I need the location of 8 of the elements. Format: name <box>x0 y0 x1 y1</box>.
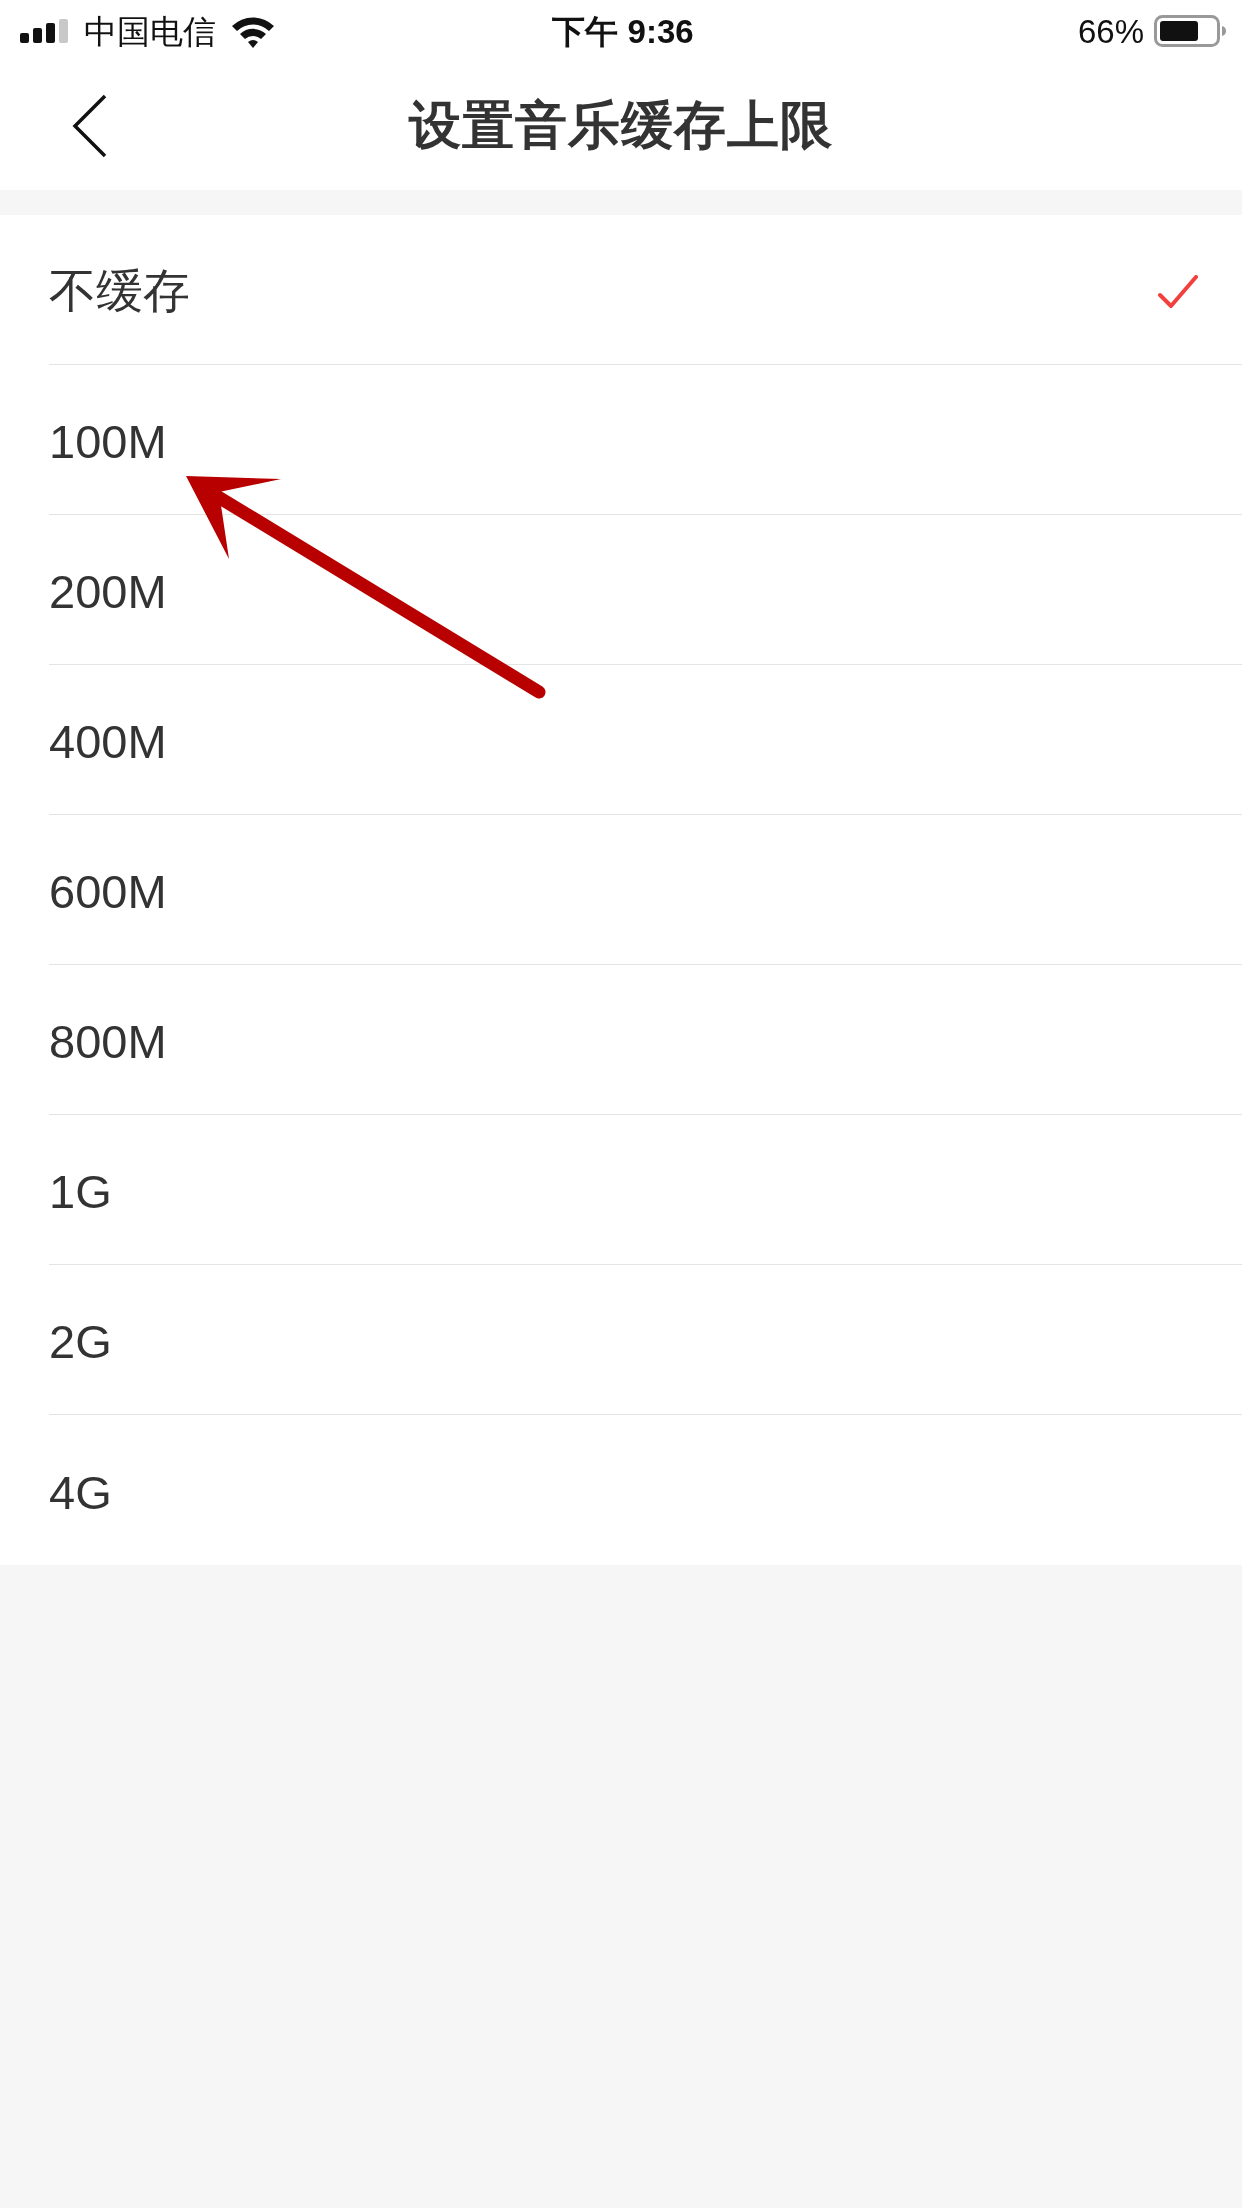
battery-percent: 66% <box>1077 14 1144 48</box>
back-icon[interactable] <box>72 94 108 158</box>
wifi-icon <box>230 14 276 48</box>
battery-icon <box>1154 15 1226 47</box>
signal-icon <box>20 19 70 43</box>
carrier-name: 中国电信 <box>84 14 216 48</box>
page-title: 设置音乐缓存上限 <box>409 95 833 156</box>
status-time: 下午 9:36 <box>552 14 694 48</box>
